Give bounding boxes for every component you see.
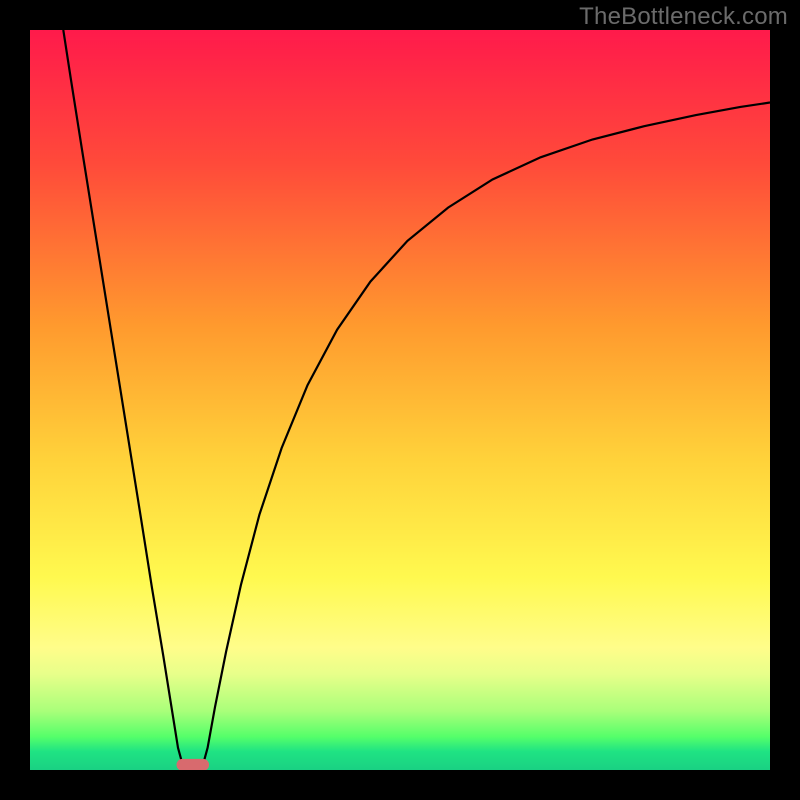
plot-area [30,30,770,770]
watermark-text: TheBottleneck.com [579,3,788,31]
optimal-zone-marker [177,759,210,770]
chart-frame: TheBottleneck.com [0,0,800,800]
chart-svg [30,30,770,770]
gradient-background [30,30,770,770]
